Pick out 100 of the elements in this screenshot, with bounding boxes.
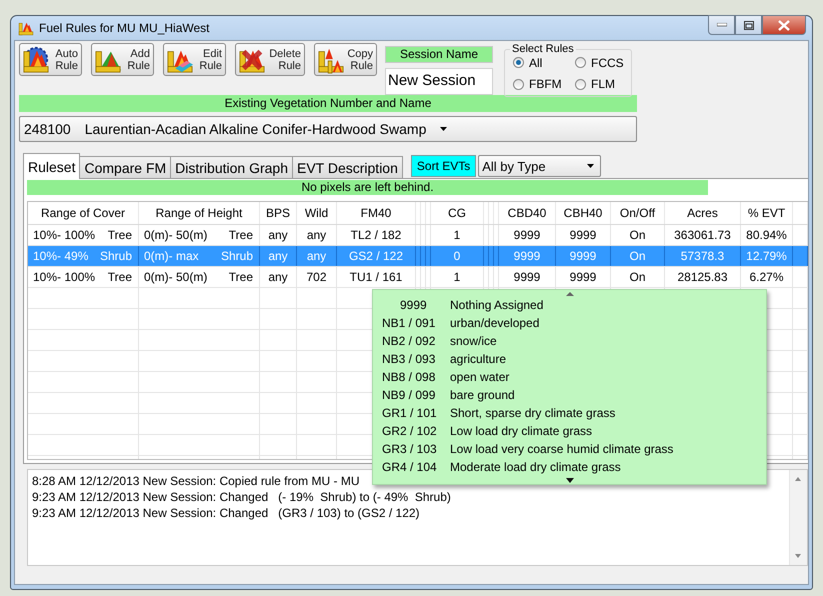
fuel-model-code: GR4 / 104 — [382, 460, 438, 474]
section-header: Existing Vegetation Number and Name — [19, 95, 637, 112]
column-header: On/Off — [611, 202, 665, 224]
radio-button[interactable]: FCCS — [575, 55, 635, 70]
radio-button[interactable]: FLM — [575, 76, 635, 92]
table-cell: On — [611, 267, 665, 287]
fuel-model-name: urban/developed — [450, 316, 540, 330]
scroll-up-icon — [566, 292, 574, 296]
column-header: Acres — [665, 202, 741, 224]
table-cell: 9999 — [556, 225, 611, 245]
close-icon — [778, 20, 790, 30]
tab[interactable]: Compare FM — [79, 156, 172, 178]
fuel-model-name: snow/ice — [450, 334, 497, 348]
session-name-field[interactable]: New Session — [385, 68, 493, 95]
gear-flame-icon — [22, 46, 50, 74]
table-cell: 6.27% — [741, 267, 793, 287]
column-header: % EVT — [741, 202, 793, 224]
column-header: CBD40 — [499, 202, 556, 224]
table-cell: any — [297, 225, 337, 245]
fuel-model-code: GR2 / 102 — [382, 424, 438, 438]
fuel-model-code: NB3 / 093 — [382, 352, 436, 366]
table-cell: any — [260, 225, 297, 245]
cover-class: Tree — [108, 270, 132, 284]
sort-select[interactable]: All by Type — [478, 155, 602, 177]
table-cell: 363061.73 — [665, 225, 741, 245]
column-header: FM40 — [337, 202, 416, 224]
fuel-model-name: Low load very coarse humid climate grass — [450, 442, 674, 456]
table-row[interactable]: 10%- 100% Tree 0(m)- 50(m) Tree any 702 TU1 / 161 1 9999 9999 On 28125.83 6.27% — [28, 267, 808, 288]
fuel-model-name: agriculture — [450, 352, 506, 366]
app-icon — [18, 20, 34, 36]
column-header: BPS — [260, 202, 297, 224]
table-cell: 12.79% — [741, 246, 793, 266]
toolbar-button[interactable]: Copy Rule — [314, 43, 377, 76]
table-cell: TU1 / 161 — [337, 267, 416, 287]
radio-button[interactable]: All — [513, 55, 575, 70]
caret-icon — [587, 164, 594, 168]
session-name-label: Session Name — [385, 46, 493, 63]
table-cell: any — [297, 246, 337, 266]
window-title: Fuel Rules for MU MU_HiaWest — [39, 21, 210, 35]
height-range: 0(m)- 50(m) — [144, 228, 208, 242]
fuel-model-code: GR1 / 101 — [382, 406, 438, 420]
toolbar-button[interactable]: Add Rule — [91, 43, 154, 76]
group-title: Select Rules — [510, 43, 576, 55]
column-header: CBH40 — [556, 202, 611, 224]
table-cell: 702 — [297, 267, 337, 287]
table-cell: 9999 — [499, 267, 556, 287]
table-cell: any — [260, 246, 297, 266]
table-cell: On — [611, 246, 665, 266]
vegetation-select[interactable]: 248100 Laurentian-Acadian Alkaline Conifer-Hardwood Swamp — [19, 116, 637, 142]
log-entry: 9:23 AM 12/12/2013 New Session: Changed (- 19% Shrub) to (- 49% Shrub) — [32, 489, 451, 505]
scroll-down-icon — [566, 478, 574, 483]
column-header: CG — [431, 202, 484, 224]
toolbar-button[interactable]: Auto Rule — [19, 43, 82, 76]
table-cell: 28125.83 — [665, 267, 741, 287]
table-cell: 1 — [431, 225, 484, 245]
caret-icon — [440, 127, 448, 131]
cover-range: 10%- 100% — [33, 270, 96, 284]
fuel-model-name: Low load dry climate grass — [450, 424, 592, 438]
column-header: Range of Cover — [28, 202, 139, 224]
tab[interactable]: EVT Description — [292, 156, 403, 178]
fuel-model-code: NB1 / 091 — [382, 316, 436, 330]
tab[interactable]: Distribution Graph — [170, 156, 293, 178]
toolbar-button[interactable]: Delete Rule — [235, 43, 305, 76]
status-message: No pixels are left behind. — [27, 180, 708, 195]
close-button[interactable] — [762, 15, 806, 35]
fuel-model-code: GR3 / 103 — [382, 442, 438, 456]
table-cell: 1 — [431, 267, 484, 287]
cover-class: Tree — [108, 228, 132, 242]
column-header: Wild — [297, 202, 337, 224]
toolbar-button[interactable]: Edit Rule — [163, 43, 226, 76]
table-cell: 9999 — [499, 225, 556, 245]
height-range: 0(m)- max — [144, 249, 199, 263]
fuel-model-code: 9999 — [399, 298, 428, 312]
fuel-model-code: NB2 / 092 — [382, 334, 436, 348]
table-cell: GS2 / 122 — [337, 246, 416, 266]
fuel-model-name: bare ground — [450, 388, 515, 402]
fuel-model-name: Moderate load dry climate grass — [450, 460, 621, 474]
tab[interactable]: Ruleset — [23, 153, 80, 179]
table-cell: 9999 — [556, 246, 611, 266]
fuel-model-name: Nothing Assigned — [450, 298, 544, 312]
height-class: Shrub — [220, 249, 253, 263]
table-cell: On — [611, 225, 665, 245]
fuel-model-name: open water — [450, 370, 510, 384]
cover-class: Shrub — [100, 249, 132, 263]
cover-range: 10%- 100% — [33, 228, 96, 242]
height-class: Tree — [228, 270, 253, 284]
height-class: Tree — [228, 228, 253, 242]
radio-button[interactable]: FBFM — [513, 76, 575, 92]
minimize-icon — [716, 23, 726, 27]
table-cell: TL2 / 182 — [337, 225, 416, 245]
sort-button[interactable]: Sort EVTs — [410, 155, 476, 177]
minimize-button[interactable] — [708, 15, 735, 35]
table-cell: 9999 — [499, 246, 556, 266]
fuel-model-code: NB8 / 098 — [382, 370, 436, 384]
log-entry: 9:23 AM 12/12/2013 New Session: Changed (GR3 / 103) to (GS2 / 122) — [32, 505, 420, 521]
table-cell: 9999 — [556, 267, 611, 287]
maximize-button[interactable] — [735, 15, 762, 35]
table-cell: 0 — [431, 246, 484, 266]
table-cell: any — [260, 267, 297, 287]
log-entry: 8:28 AM 12/12/2013 New Session: Copied rule from MU - MU — [32, 473, 360, 489]
